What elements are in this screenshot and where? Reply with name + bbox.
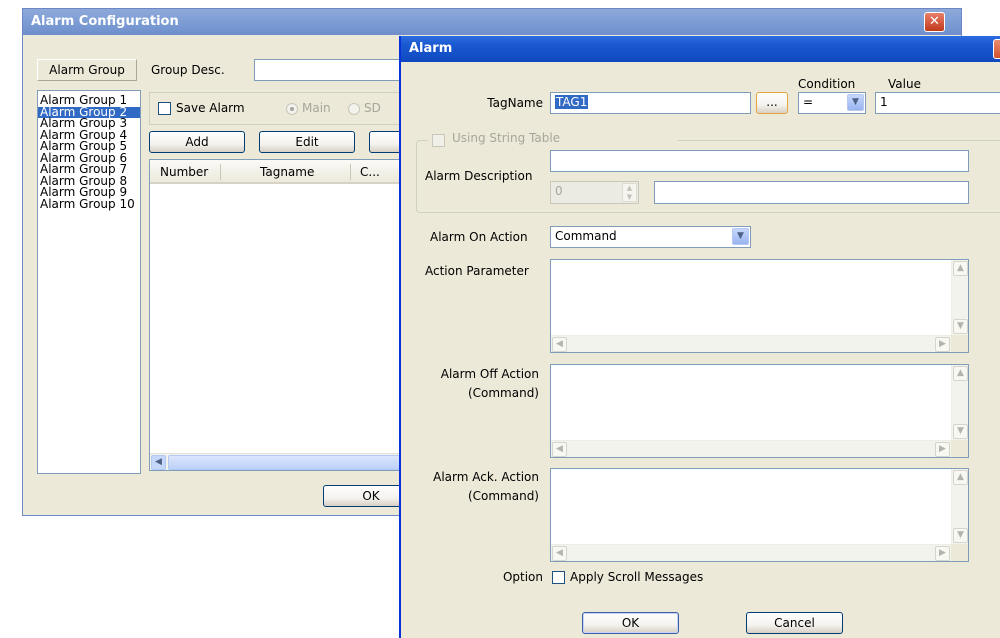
add-button[interactable]: Add [149, 131, 245, 153]
value-input[interactable]: 1 [875, 92, 1000, 114]
alarm-close-button[interactable]: ✕ [993, 39, 1000, 59]
scroll-left-icon[interactable]: ◀ [151, 455, 166, 470]
option-label: Option [502, 570, 543, 584]
alarm-ack-action-label: Alarm Ack. Action [433, 470, 539, 484]
col-separator [350, 164, 351, 180]
alarm-on-action-label: Alarm On Action [430, 230, 528, 244]
scroll-right-icon[interactable]: ▶ [935, 546, 950, 561]
col-c-header[interactable]: C... [360, 165, 380, 179]
value-label: Value [888, 77, 921, 91]
scroll-corner [951, 440, 968, 457]
horizontal-scrollbar[interactable]: ◀ ▶ [551, 544, 951, 561]
main-radio-label: Main [302, 101, 331, 115]
ok-button[interactable]: OK [582, 612, 679, 634]
close-icon: ✕ [929, 14, 940, 29]
edit-button[interactable]: Edit [259, 131, 355, 153]
vertical-scrollbar[interactable]: ▲ ▼ [951, 469, 968, 544]
list-item[interactable]: Alarm Group 10 [38, 198, 140, 211]
alarm-list-hscrollbar[interactable]: ◀ [150, 453, 418, 470]
config-close-button[interactable]: ✕ [924, 12, 945, 32]
apply-scroll-checkbox[interactable] [552, 571, 565, 584]
cancel-button[interactable]: Cancel [746, 612, 843, 634]
col-tagname-header[interactable]: Tagname [260, 165, 314, 179]
chevron-down-icon[interactable]: ▼ [847, 94, 864, 111]
alarm-group-header: Alarm Group [37, 59, 137, 81]
spin-buttons[interactable]: ▲ ▼ [622, 183, 637, 202]
alarm-off-action-label: Alarm Off Action [440, 367, 539, 381]
alarm-on-action-select[interactable]: Command ▼ [550, 226, 751, 248]
main-radio[interactable] [286, 103, 298, 115]
save-alarm-label: Save Alarm [176, 101, 245, 115]
scroll-up-icon[interactable]: ▲ [953, 261, 968, 276]
group-desc-label: Group Desc. [151, 63, 225, 77]
condition-select[interactable]: = ▼ [798, 92, 866, 114]
alarm-description-label: Alarm Description [425, 169, 533, 183]
scroll-up-icon[interactable]: ▲ [953, 470, 968, 485]
scroll-down-icon[interactable]: ▼ [953, 528, 968, 543]
action-parameter-label: Action Parameter [425, 264, 529, 278]
scroll-left-icon[interactable]: ◀ [552, 546, 567, 561]
alarm-title-bar: Alarm [401, 36, 1000, 62]
string-index-spinner[interactable]: 0 ▲ ▼ [550, 181, 639, 204]
scroll-up-icon[interactable]: ▲ [953, 366, 968, 381]
col-number-header[interactable]: Number [160, 165, 208, 179]
alarm-group-list[interactable]: Alarm Group 1 Alarm Group 2 Alarm Group 3A… [37, 90, 141, 474]
alarm-list-header: Number Tagname C... [150, 160, 420, 184]
alarm-dialog: Alarm ✕ Condition Value TagName TAG1 ...… [399, 36, 1000, 638]
browse-tag-button[interactable]: ... [756, 92, 788, 114]
alarm-description-input[interactable] [550, 150, 969, 172]
vertical-scrollbar[interactable]: ▲ ▼ [951, 260, 968, 335]
action-parameter-textarea[interactable]: ▲ ▼ ◀ ▶ [550, 259, 969, 353]
condition-label: Condition [798, 77, 856, 91]
sd-radio[interactable] [348, 103, 360, 115]
sd-radio-label: SD [364, 101, 381, 115]
vertical-scrollbar[interactable]: ▲ ▼ [951, 365, 968, 440]
config-window-title: Alarm Configuration [31, 14, 179, 29]
scroll-down-icon[interactable]: ▼ [953, 424, 968, 439]
scroll-right-icon[interactable]: ▶ [935, 337, 950, 352]
using-string-table-checkbox[interactable] [432, 134, 445, 147]
save-alarm-checkbox[interactable] [158, 102, 171, 115]
alarm-off-action-textarea[interactable]: ▲ ▼ ◀ ▶ [550, 364, 969, 458]
using-string-table-label: Using String Table [452, 131, 561, 145]
save-alarm-row: Save Alarm Main SD [149, 92, 419, 125]
chevron-down-icon[interactable]: ▼ [732, 228, 749, 245]
tagname-label: TagName [487, 96, 543, 110]
tagname-input[interactable]: TAG1 [550, 92, 751, 114]
horizontal-scrollbar[interactable]: ◀ ▶ [551, 440, 951, 457]
scroll-left-icon[interactable]: ◀ [552, 337, 567, 352]
config-title-bar: Alarm Configuration [23, 9, 961, 35]
scroll-right-icon[interactable]: ▶ [935, 442, 950, 457]
group-desc-input[interactable] [254, 59, 414, 81]
horizontal-scrollbar[interactable]: ◀ ▶ [551, 335, 951, 352]
scroll-corner [951, 544, 968, 561]
alarm-list[interactable]: Number Tagname C... ◀ [149, 159, 420, 471]
scroll-left-icon[interactable]: ◀ [552, 442, 567, 457]
scroll-down-icon[interactable]: ▼ [953, 319, 968, 334]
alarm-off-action-sublabel: (Command) [467, 386, 539, 400]
apply-scroll-label: Apply Scroll Messages [570, 570, 704, 584]
tagname-value: TAG1 [555, 95, 589, 109]
scroll-thumb[interactable] [168, 455, 418, 470]
string-table-legend: Using String Table [428, 131, 678, 147]
alarm-ack-action-textarea[interactable]: ▲ ▼ ◀ ▶ [550, 468, 969, 562]
alarm-dialog-title: Alarm [409, 41, 453, 56]
string-value-input[interactable] [654, 181, 969, 204]
col-separator [220, 164, 221, 180]
alarm-ack-action-sublabel: (Command) [467, 489, 539, 503]
scroll-corner [951, 335, 968, 352]
